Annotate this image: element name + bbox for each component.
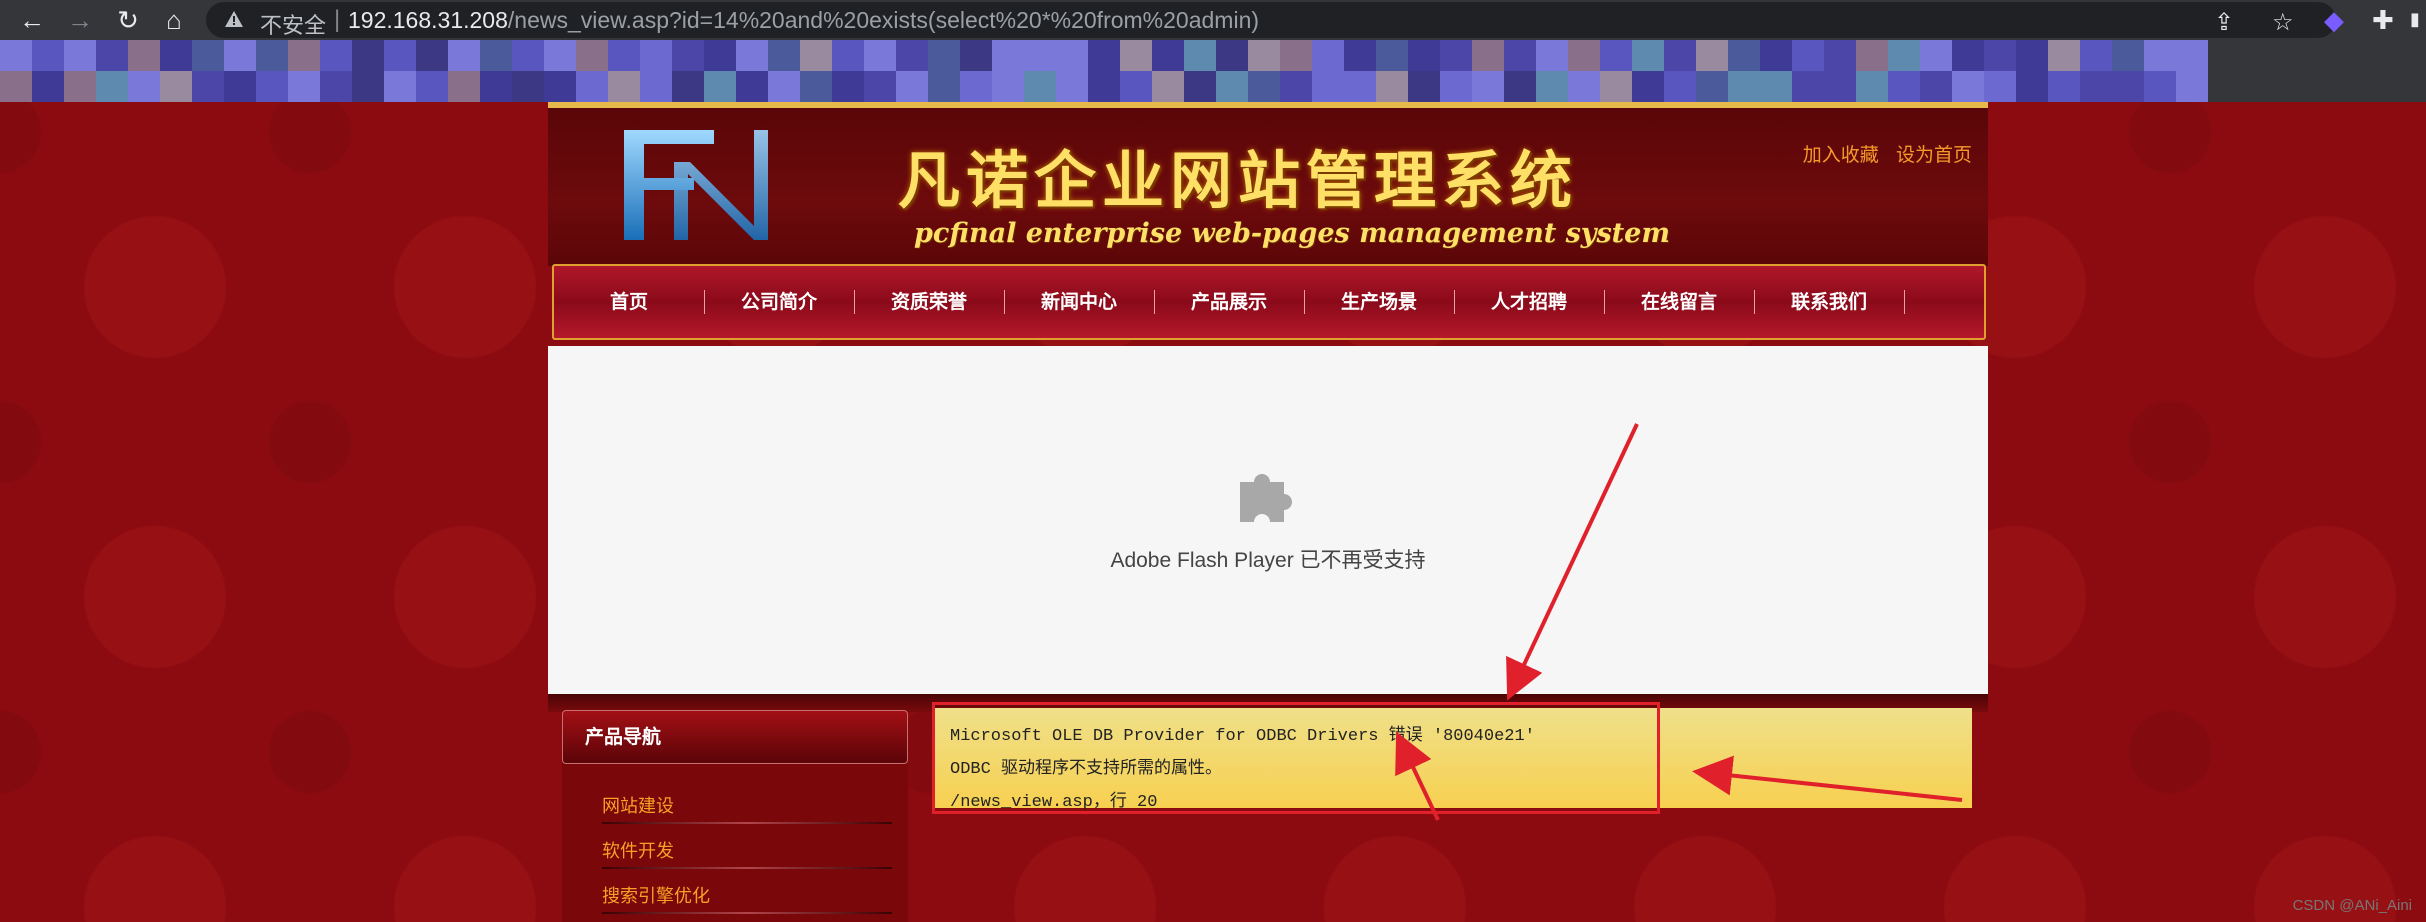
annotation-arrow-down — [1506, 423, 1639, 701]
annotation-arrow-left — [1692, 755, 1963, 802]
annotation-arrow-up — [1395, 731, 1440, 821]
annotation-arrows — [1395, 423, 1963, 821]
csdn-watermark: CSDN @ANi_Aini — [2292, 897, 2412, 914]
